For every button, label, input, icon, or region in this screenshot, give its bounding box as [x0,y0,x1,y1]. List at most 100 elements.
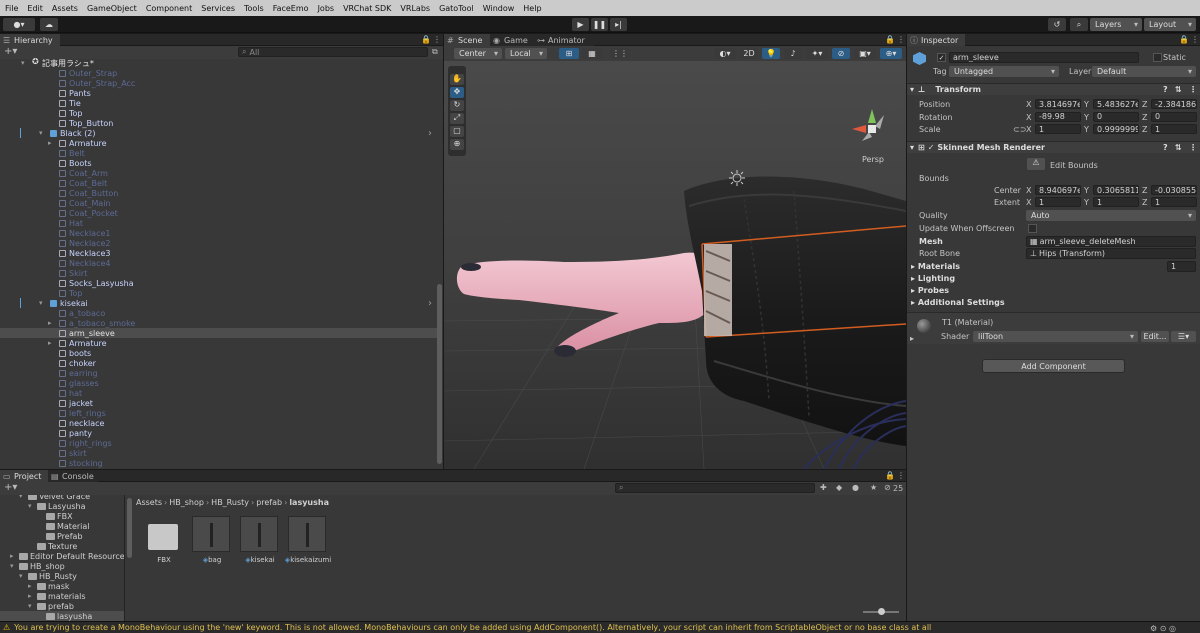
hierarchy-row[interactable]: necklace [0,418,437,428]
folder-row[interactable]: Material [0,521,124,531]
foldout-arrow-icon[interactable]: ▸ [48,139,52,147]
lock-icon[interactable]: 🔒 [885,471,895,480]
account-button[interactable]: ●▾ [3,18,35,31]
space-dropdown[interactable]: Local [505,48,547,59]
tab-scene[interactable]: # Scene [444,34,490,46]
static-checkbox[interactable] [1153,53,1162,62]
vector-z-field[interactable]: 1 [1151,197,1197,207]
menu-icon[interactable]: ⋮ [897,35,905,44]
menu-item-vrchat-sdk[interactable]: VRChat SDK [343,4,391,13]
prefab-open-icon[interactable]: › [428,128,432,139]
hierarchy-row[interactable]: Outer_Strap [0,68,437,78]
menu-item-jobs[interactable]: Jobs [318,4,335,13]
object-name-field[interactable]: arm_sleeve [949,52,1139,63]
expand-icon[interactable]: ⧉ [432,47,438,57]
hierarchy-row[interactable]: Necklace1 [0,228,437,238]
hierarchy-row[interactable]: arm_sleeve [0,328,437,338]
pause-button[interactable]: ❚❚ [591,18,608,31]
breadcrumb-item[interactable]: HB_Rusty [211,498,249,507]
vector-x-field[interactable]: 8.940697e- [1035,185,1081,195]
lighting-foldout[interactable]: ▸ Lighting [911,274,955,283]
search-by-type-icon[interactable]: ✚ [820,483,827,492]
layer-dropdown[interactable]: Default [1092,66,1196,77]
hierarchy-row[interactable]: ▸ a_tobaco_smoke [0,318,437,328]
shader-dropdown[interactable]: lilToon [973,331,1138,342]
menu-item-component[interactable]: Component [146,4,192,13]
transform-header[interactable]: ▾ ⊥ Transform ? ⇅ ⋮ [907,83,1200,95]
vector-z-field[interactable]: 0 [1151,111,1197,122]
help-icon[interactable]: ? [1163,85,1168,94]
folder-row[interactable]: ▾ prefab [0,601,124,611]
hierarchy-row[interactable]: jacket [0,398,437,408]
asset-item[interactable]: FBX [140,514,184,572]
layers-dropdown[interactable]: Layers [1090,18,1142,31]
hierarchy-row[interactable]: Coat_Belt [0,178,437,188]
zoom-slider[interactable] [863,608,899,615]
hierarchy-row[interactable]: Pants [0,88,437,98]
hierarchy-row[interactable]: a_tobaco [0,308,437,318]
menu-item-gatotool[interactable]: GatoTool [439,4,474,13]
hierarchy-row[interactable]: Tie [0,98,437,108]
rect-tool-button[interactable]: ▢ [450,126,464,137]
scene-viewport[interactable]: Persp [444,61,906,469]
foldout-arrow-icon[interactable]: ▾ [19,495,23,500]
hierarchy-row[interactable]: earring [0,368,437,378]
vector-y-field[interactable]: 0.3065811 [1093,185,1139,195]
foldout-arrow-icon[interactable]: ▾ [39,299,43,307]
menu-item-help[interactable]: Help [523,4,541,13]
tab-project[interactable]: ▭ Project [0,470,48,482]
move-tool-button[interactable]: ✥ [450,87,464,98]
visibility-icon[interactable]: ⊘ [884,483,891,492]
breadcrumb-item[interactable]: Assets [136,498,162,507]
vector-y-field[interactable]: 1 [1093,197,1139,207]
foldout-arrow-icon[interactable]: ▾ [28,502,32,510]
breadcrumb-item[interactable]: prefab [256,498,282,507]
vector-y-field[interactable]: 0.9999999 [1093,124,1139,134]
vector-x-field[interactable]: 1 [1035,197,1081,207]
foldout-arrow-icon[interactable]: ▾ [21,59,25,67]
menu-item-window[interactable]: Window [483,4,515,13]
transform-tool-button[interactable]: ⊕ [450,139,464,150]
help-icon[interactable]: ? [1163,143,1168,152]
shader-edit-button[interactable]: Edit... [1141,331,1169,342]
foldout-arrow-icon[interactable]: ▾ [10,562,14,570]
vector-x-field[interactable]: 1 [1035,124,1081,134]
hierarchy-row[interactable]: ▸ Armature [0,138,437,148]
grid-snap-button[interactable]: ⊞ [559,48,579,59]
vector-z-field[interactable]: -0.0308554 [1151,185,1197,195]
camera-button[interactable]: ▣▾ [854,48,876,59]
preset-icon[interactable]: ⇅ [1175,85,1182,94]
lock-icon[interactable]: 🔒 [421,35,431,44]
hierarchy-row[interactable]: stocking [0,458,437,468]
lock-icon[interactable]: 🔒 [1179,35,1189,44]
menu-icon[interactable]: ⋮ [897,471,905,480]
menu-icon[interactable]: ⋮ [1191,35,1199,44]
rotate-tool-button[interactable]: ↻ [450,100,464,111]
folder-row[interactable]: FBX [0,511,124,521]
lighting-button[interactable]: 💡 [762,48,780,59]
mesh-field[interactable]: ▦ arm_sleeve_deleteMesh [1026,236,1196,247]
rootbone-field[interactable]: ⊥ Hips (Transform) [1026,248,1196,259]
hierarchy-row[interactable]: Skirt [0,268,437,278]
toggle-2d-button[interactable]: 2D [740,48,758,59]
menu-item-services[interactable]: Services [201,4,235,13]
foldout-arrow-icon[interactable]: ▸ [28,592,32,600]
layout-dropdown[interactable]: Layout [1144,18,1196,31]
lock-icon[interactable]: 🔒 [885,35,895,44]
hierarchy-row[interactable]: boots [0,348,437,358]
search-button[interactable]: ⌕ [1070,18,1088,31]
gizmos-button[interactable]: ⊕▾ [880,48,902,59]
asset-item[interactable]: ◈kisekai [236,514,280,572]
hierarchy-row[interactable]: left_rings [0,408,437,418]
asset-item[interactable]: ◈bag [188,514,232,572]
menu-item-vrlabs[interactable]: VRLabs [400,4,430,13]
menu-item-assets[interactable]: Assets [52,4,78,13]
zoom-slider-thumb[interactable] [878,608,885,615]
history-button[interactable]: ↺ [1048,18,1066,31]
tab-animator[interactable]: ⊶ Animator [534,34,594,46]
menu-item-gameobject[interactable]: GameObject [87,4,137,13]
tab-hierarchy[interactable]: ☰ Hierarchy [0,34,60,46]
folder-row[interactable]: Texture [0,541,124,551]
hierarchy-row[interactable]: Top_Button [0,118,437,128]
smr-enabled-checkbox[interactable]: ✓ [928,143,935,152]
